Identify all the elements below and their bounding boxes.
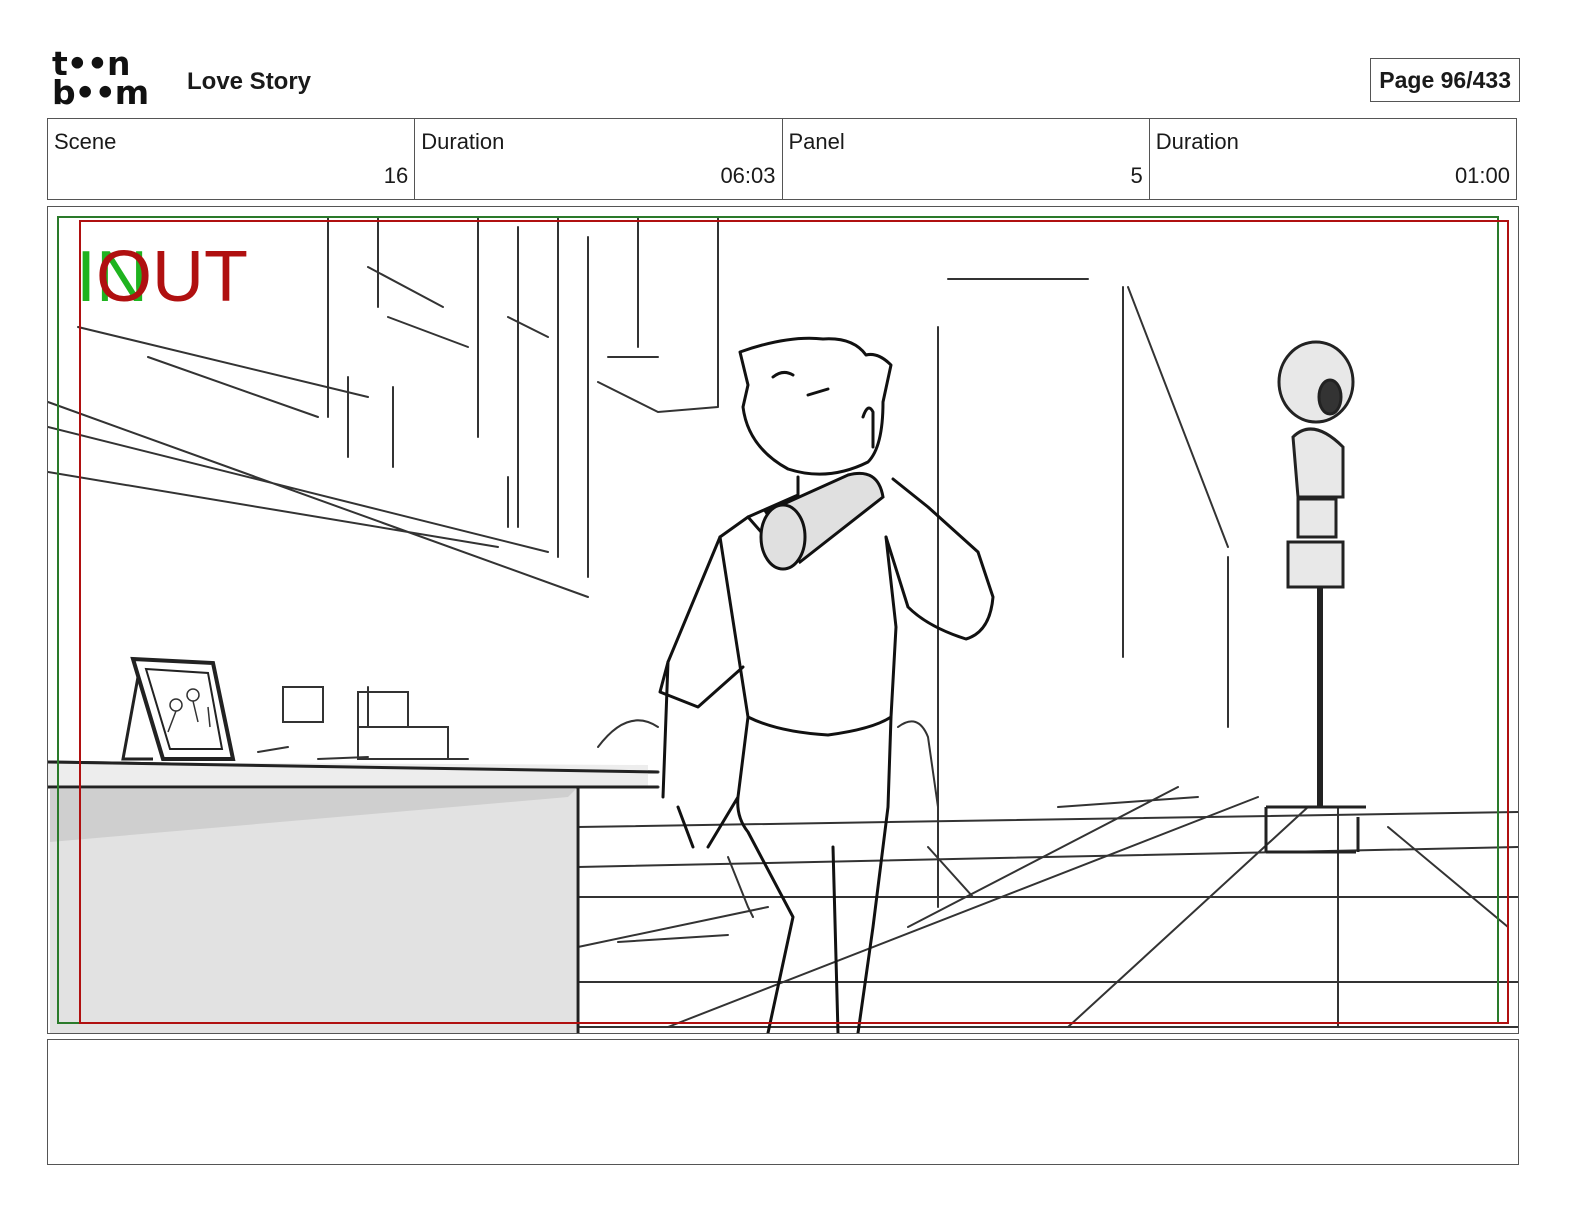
scene-info-bar: Scene 16 Duration 06:03 Panel 5 Duration… bbox=[47, 118, 1517, 200]
page-indicator: Page 96/433 bbox=[1370, 58, 1520, 102]
scene-duration-label: Duration bbox=[421, 129, 505, 154]
project-title: Love Story bbox=[187, 68, 312, 95]
scene-cell: Scene 16 bbox=[48, 119, 414, 199]
scene-label: Scene bbox=[54, 129, 117, 154]
panel-cell: Panel 5 bbox=[781, 119, 1149, 199]
panel-sketch bbox=[48, 216, 1518, 1033]
scene-duration-value: 06:03 bbox=[720, 163, 776, 188]
panel-value: 5 bbox=[1130, 163, 1143, 188]
toonboom-logo: t••n b••m bbox=[52, 47, 164, 112]
panel-duration-label: Duration bbox=[1155, 129, 1239, 154]
logo-line-bottom: b••m bbox=[52, 73, 149, 112]
storyboard-panel: IN OUT bbox=[47, 206, 1519, 1034]
panel-label: Panel bbox=[788, 129, 845, 154]
panel-duration-value: 01:00 bbox=[1454, 163, 1510, 188]
out-marker: OUT bbox=[96, 237, 248, 317]
panel-notes-box[interactable] bbox=[47, 1039, 1519, 1165]
scene-value: 16 bbox=[383, 163, 409, 188]
scene-duration-cell: Duration 06:03 bbox=[414, 119, 781, 199]
panel-duration-cell: Duration 01:00 bbox=[1148, 119, 1516, 199]
